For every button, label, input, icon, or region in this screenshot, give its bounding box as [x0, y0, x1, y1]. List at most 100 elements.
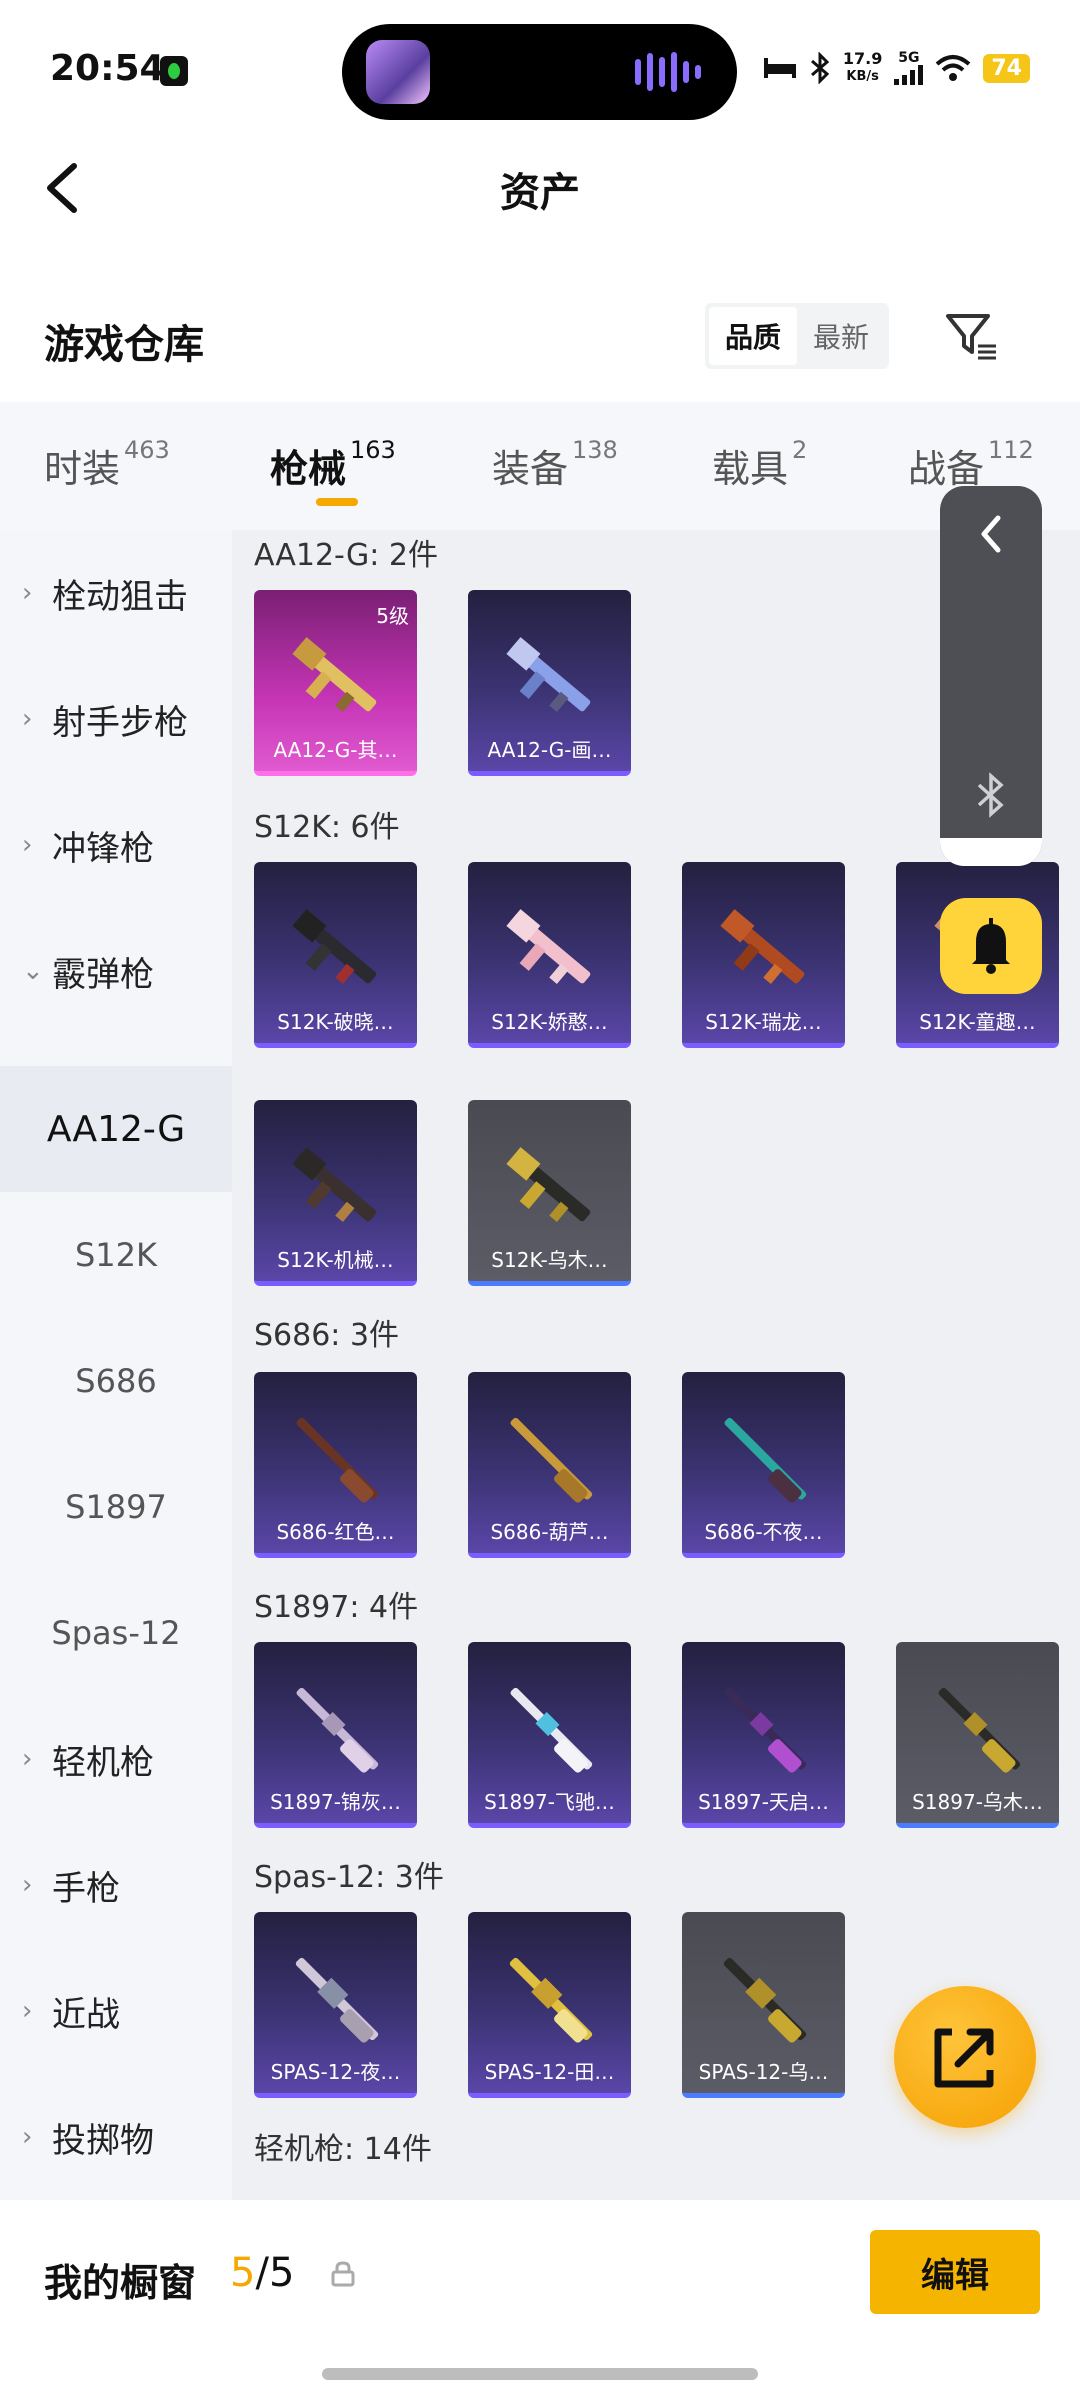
gun-icon: [509, 1957, 593, 2043]
weapon-skin-card[interactable]: S686-红色…: [254, 1372, 417, 1558]
weapon-skin-card[interactable]: 5级 AA12-G-其…: [254, 590, 417, 776]
sidebar-item-pistol[interactable]: › 手枪: [0, 1822, 232, 1948]
home-indicator[interactable]: [322, 2368, 758, 2380]
weapon-skin-card[interactable]: S12K-瑞龙…: [682, 862, 845, 1048]
weapon-skin-card[interactable]: SPAS-12-乌…: [682, 1912, 845, 2098]
sidebar-item-shotgun[interactable]: ⌄ 霰弹枪: [0, 908, 232, 1034]
sidebar-sub-s12k[interactable]: S12K: [0, 1192, 232, 1318]
tab-count: 2: [792, 436, 808, 464]
chevron-right-icon: ›: [22, 830, 33, 860]
lock-icon: [331, 2261, 355, 2287]
skin-name: S12K-瑞龙…: [705, 1010, 822, 1034]
sidebar-item-lmg[interactable]: › 轻机枪: [0, 1696, 232, 1822]
sort-newest-button[interactable]: 最新: [797, 307, 885, 365]
gun-icon: [292, 1147, 377, 1222]
tab-supplies[interactable]: 战备 112: [908, 436, 1034, 493]
share-icon: [934, 2028, 994, 2088]
tab-label: 枪械: [270, 447, 347, 491]
gun-icon: [510, 1417, 593, 1503]
skin-name: S686-红色…: [276, 1520, 395, 1544]
skin-name: S12K-机械…: [277, 1248, 394, 1272]
weapon-skin-card[interactable]: S1897-乌木…: [896, 1642, 1059, 1828]
active-tab-indicator: [316, 498, 358, 506]
tab-fashion[interactable]: 时装 463: [44, 436, 170, 493]
tab-equipment[interactable]: 装备 138: [492, 436, 618, 493]
tab-count: 463: [124, 436, 170, 464]
tab-count: 138: [572, 436, 618, 464]
section-title: AA12-G: 2件: [254, 538, 438, 573]
skin-name: S12K-乌木…: [491, 1248, 608, 1272]
status-icons: 17.9 KB/s 5G 74: [763, 50, 1030, 86]
net-type: 5G: [898, 50, 920, 66]
net-unit: KB/s: [846, 69, 879, 84]
sidebar-item-label: Spas-12: [51, 1614, 181, 1652]
sort-quality-button[interactable]: 品质: [709, 307, 797, 365]
skin-name: S1897-天启…: [698, 1790, 829, 1814]
skin-name: S12K-破晓…: [277, 1010, 394, 1034]
sidebar-sub-spas12[interactable]: Spas-12: [0, 1570, 232, 1696]
bell-icon: [972, 918, 1010, 974]
sidebar-sub-aa12g[interactable]: AA12-G: [0, 1066, 232, 1192]
sidebar-item-label: 轻机枪: [52, 1742, 154, 1783]
edit-button[interactable]: 编辑: [870, 2230, 1040, 2314]
gun-icon: [723, 1957, 807, 2043]
weapon-skin-card[interactable]: S12K-乌木…: [468, 1100, 631, 1286]
signal-icon: [894, 65, 924, 85]
bluetooth-icon[interactable]: [975, 772, 1007, 818]
sidebar-item-label: 栓动狙击: [52, 576, 188, 617]
skin-name: S12K-童趣…: [919, 1010, 1036, 1034]
sidebar-item-marksman-rifle[interactable]: › 射手步枪: [0, 656, 232, 782]
skin-name: AA12-G-画…: [487, 738, 612, 762]
gun-icon: [296, 1687, 379, 1773]
weapon-skin-card[interactable]: S686-不夜…: [682, 1372, 845, 1558]
bluetooth-status-icon: [810, 52, 830, 84]
section-title: 轻机枪: 14件: [254, 2132, 432, 2167]
showcase-separator: /: [255, 2250, 269, 2296]
skin-name: S686-葫芦…: [490, 1520, 609, 1544]
weapon-skin-card[interactable]: S12K-机械…: [254, 1100, 417, 1286]
gun-icon: [938, 1687, 1021, 1773]
sidebar-item-bolt-sniper[interactable]: › 栓动狙击: [0, 530, 232, 656]
wifi-icon: [936, 55, 971, 81]
chevron-right-icon: ›: [22, 1744, 33, 1774]
weapon-skin-card[interactable]: S1897-飞驰…: [468, 1642, 631, 1828]
showcase-current: 5: [230, 2250, 256, 2296]
notification-button[interactable]: [940, 898, 1042, 994]
weapon-skin-card[interactable]: AA12-G-画…: [468, 590, 631, 776]
sidebar-item-melee[interactable]: › 近战: [0, 1948, 232, 2074]
status-time: 20:54: [50, 48, 165, 89]
floating-side-panel[interactable]: [940, 486, 1042, 866]
skin-name: S1897-锦灰…: [270, 1790, 401, 1814]
weapon-skin-card[interactable]: S12K-破晓…: [254, 862, 417, 1048]
weapon-skin-card[interactable]: S1897-天启…: [682, 1642, 845, 1828]
sidebar-item-smg[interactable]: › 冲锋枪: [0, 782, 232, 908]
share-button[interactable]: [894, 1986, 1036, 2128]
sidebar-item-label: S12K: [74, 1236, 157, 1274]
gun-icon: [292, 637, 377, 712]
sidebar-sub-s686[interactable]: S686: [0, 1318, 232, 1444]
skin-name: S686-不夜…: [704, 1520, 823, 1544]
dynamic-island[interactable]: [342, 24, 737, 120]
weapon-skin-card[interactable]: S1897-锦灰…: [254, 1642, 417, 1828]
tab-firearms[interactable]: 枪械 163: [270, 436, 396, 493]
gun-icon: [296, 1417, 379, 1503]
panel-footer: [940, 838, 1042, 866]
chevron-right-icon: ›: [22, 1870, 33, 1900]
weapon-skin-card[interactable]: SPAS-12-田…: [468, 1912, 631, 2098]
sidebar-item-throwable[interactable]: › 投掷物: [0, 2074, 232, 2200]
battery-level: 74: [983, 53, 1030, 83]
tab-vehicles[interactable]: 载具 2: [712, 436, 808, 493]
sidebar-item-label: 射手步枪: [52, 702, 188, 743]
chevron-left-icon[interactable]: [976, 512, 1006, 556]
sidebar-item-label: S1897: [65, 1488, 167, 1526]
sidebar-item-label: 手枪: [52, 1868, 120, 1909]
chevron-right-icon: ›: [22, 578, 33, 608]
gun-icon: [720, 909, 805, 984]
weapon-skin-card[interactable]: SPAS-12-夜…: [254, 1912, 417, 2098]
weapon-skin-card[interactable]: S12K-娇憨…: [468, 862, 631, 1048]
showcase-label: 我的橱窗: [44, 2261, 197, 2305]
sidebar-sub-s1897[interactable]: S1897: [0, 1444, 232, 1570]
showcase-count: 5/5: [230, 2250, 294, 2296]
weapon-skin-card[interactable]: S686-葫芦…: [468, 1372, 631, 1558]
filter-icon[interactable]: [944, 308, 1000, 364]
